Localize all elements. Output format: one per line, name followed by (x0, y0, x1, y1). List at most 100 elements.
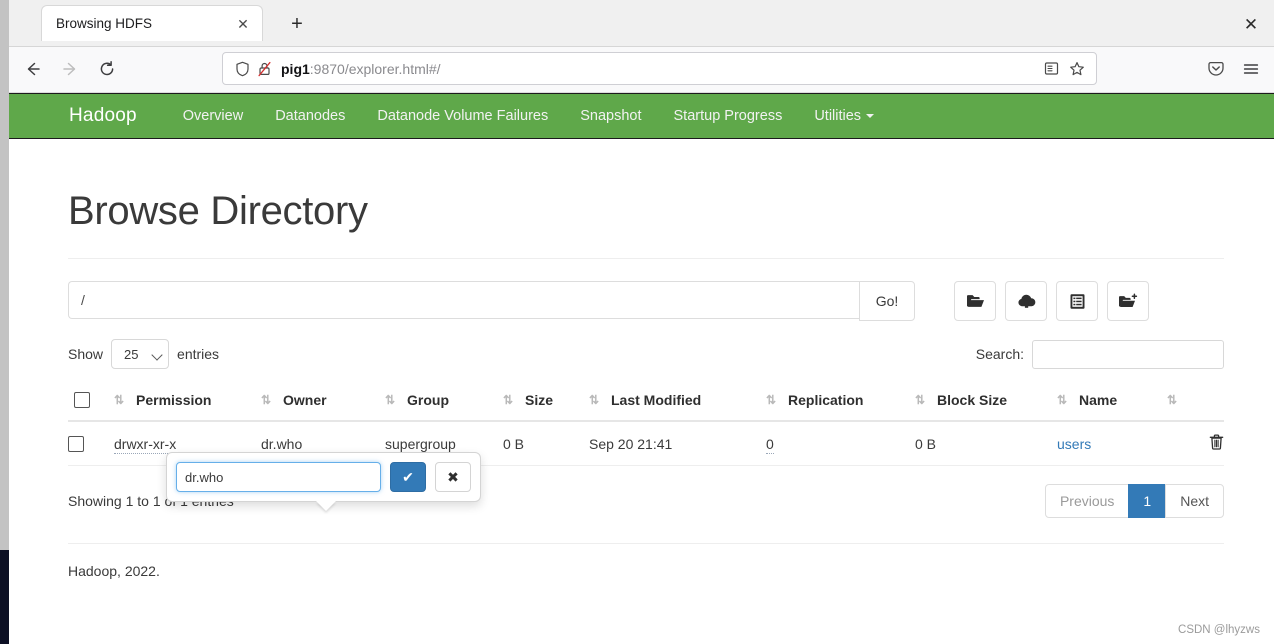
screenshot-root: Browsing HDFS ✕ + ✕ pig1:9870/explorer.h… (0, 0, 1274, 644)
hadoop-navbar: Hadoop Overview Datanodes Datanode Volum… (9, 93, 1274, 139)
page-length-control: Show 25 entries (68, 339, 219, 369)
page-content: Hadoop Overview Datanodes Datanode Volum… (9, 93, 1274, 644)
nav-link-datanode-volume-failures[interactable]: Datanode Volume Failures (361, 108, 564, 124)
column-header-actions[interactable]: ⇅ (1167, 381, 1224, 423)
table-head: ⇅ Permission ⇅ Owner ⇅ Group ⇅ Size ⇅ Last Mo… (68, 381, 1224, 423)
title-divider (68, 258, 1224, 259)
nav-link-snapshot[interactable]: Snapshot (564, 108, 657, 124)
entries-label: entries (177, 346, 220, 362)
cell-size: 0 B (503, 421, 589, 467)
permission-value[interactable]: drwxr-xr-x (114, 435, 177, 454)
sort-icon: ⇅ (114, 392, 125, 407)
file-name-link[interactable]: users (1057, 436, 1091, 452)
column-label-name: Name (1079, 391, 1118, 408)
browser-tab[interactable]: Browsing HDFS ✕ (41, 5, 263, 41)
column-header-group[interactable]: ⇅ Group (385, 381, 503, 423)
browser-toolbar: pig1:9870/explorer.html#/ (9, 47, 1274, 93)
sort-icon: ⇅ (1167, 392, 1178, 407)
select-all-checkbox[interactable] (74, 392, 90, 409)
select-all-header[interactable] (68, 381, 114, 423)
cell-replication[interactable]: 0 (766, 421, 915, 467)
star-bookmark-icon[interactable] (1066, 58, 1088, 80)
pocket-icon[interactable] (1201, 53, 1231, 85)
column-label-replication: Replication (788, 391, 864, 408)
owner-edit-input[interactable] (176, 462, 381, 492)
cancel-x-icon[interactable]: ✖ (435, 462, 471, 492)
cloud-upload-icon[interactable] (1005, 281, 1047, 321)
row-checkbox[interactable] (68, 436, 84, 453)
page-title: Browse Directory (68, 189, 368, 233)
new-tab-icon[interactable]: + (283, 10, 311, 38)
page-length-value: 25 (124, 346, 139, 362)
nav-link-datanodes[interactable]: Datanodes (259, 108, 361, 124)
address-bar-path: :9870/explorer.html#/ (309, 60, 441, 77)
edit-owner-popover: ✔ ✖ (166, 452, 481, 511)
search-label: Search: (975, 346, 1024, 362)
column-header-name[interactable]: ⇅ Name (1057, 381, 1167, 423)
path-input[interactable] (68, 281, 859, 319)
column-header-owner[interactable]: ⇅ Owner (261, 381, 385, 423)
window-close-icon[interactable]: ✕ (1236, 10, 1266, 38)
row-select-cell[interactable] (68, 421, 114, 467)
sort-icon: ⇅ (261, 392, 272, 407)
cell-block-size: 0 B (915, 421, 1057, 467)
column-label-permission: Permission (136, 391, 212, 408)
open-folder-icon[interactable] (954, 281, 996, 321)
pagination-page-1[interactable]: 1 (1128, 484, 1167, 519)
sort-icon: ⇅ (589, 392, 600, 407)
sort-icon: ⇅ (1057, 392, 1068, 407)
confirm-check-icon[interactable]: ✔ (390, 462, 426, 492)
nav-link-utilities-label: Utilities (814, 108, 862, 124)
background-window-dark-strip (0, 550, 9, 644)
trash-icon[interactable] (1209, 434, 1224, 453)
address-bar-url: pig1:9870/explorer.html#/ (281, 61, 1040, 77)
broken-lock-icon[interactable] (253, 58, 275, 80)
path-row: Go! (68, 281, 1224, 321)
cell-last-modified: Sep 20 21:41 (589, 421, 766, 467)
tool-button-group (954, 281, 1149, 321)
go-button[interactable]: Go! (859, 281, 915, 321)
table-toolbar: Show 25 entries Search: (68, 339, 1224, 369)
column-header-last-modified[interactable]: ⇅ Last Modified (589, 381, 766, 423)
nav-link-startup-progress[interactable]: Startup Progress (658, 108, 799, 124)
column-label-last-modified: Last Modified (611, 391, 702, 408)
reload-icon[interactable] (91, 53, 123, 85)
column-header-size[interactable]: ⇅ Size (503, 381, 589, 423)
browser-tab-strip: Browsing HDFS ✕ + ✕ (9, 0, 1274, 47)
shield-icon[interactable] (231, 58, 253, 80)
background-window-strip (0, 0, 9, 644)
pagination-next[interactable]: Next (1165, 484, 1224, 519)
watermark: CSDN @lhyzws (1178, 624, 1260, 636)
page-length-select[interactable]: 25 (111, 339, 170, 369)
sort-icon: ⇅ (385, 392, 396, 407)
address-bar[interactable]: pig1:9870/explorer.html#/ (222, 52, 1097, 85)
column-header-block-size[interactable]: ⇅ Block Size (915, 381, 1057, 423)
chevron-down-icon (151, 349, 163, 361)
hamburger-menu-icon[interactable] (1236, 53, 1266, 85)
search-control: Search: (975, 339, 1224, 369)
navbar-links: Overview Datanodes Datanode Volume Failu… (167, 108, 890, 124)
column-label-owner: Owner (283, 391, 327, 408)
clipboard-list-icon[interactable] (1056, 281, 1098, 321)
search-input[interactable] (1032, 339, 1224, 369)
nav-link-overview[interactable]: Overview (167, 108, 259, 124)
address-bar-host: pig1 (281, 60, 310, 77)
column-label-size: Size (525, 391, 554, 408)
cell-name[interactable]: users (1057, 421, 1167, 467)
close-icon[interactable]: ✕ (232, 13, 254, 35)
column-header-permission[interactable]: ⇅ Permission (114, 381, 261, 423)
nav-link-utilities[interactable]: Utilities (798, 108, 890, 124)
reader-view-icon[interactable] (1040, 58, 1062, 80)
footer-text: Hadoop, 2022. (68, 563, 160, 580)
cell-actions[interactable] (1167, 421, 1224, 467)
back-arrow-icon[interactable] (17, 53, 49, 85)
pagination-previous[interactable]: Previous (1044, 484, 1130, 519)
column-label-group: Group (407, 391, 449, 408)
forward-arrow-icon (54, 53, 86, 85)
column-header-replication[interactable]: ⇅ Replication (766, 381, 915, 423)
path-input-group: Go! (68, 281, 915, 321)
new-folder-icon[interactable] (1107, 281, 1149, 321)
table-header-row: ⇅ Permission ⇅ Owner ⇅ Group ⇅ Size ⇅ Last Mo… (68, 381, 1224, 423)
replication-value[interactable]: 0 (766, 435, 774, 454)
brand-logo[interactable]: Hadoop (69, 105, 137, 127)
